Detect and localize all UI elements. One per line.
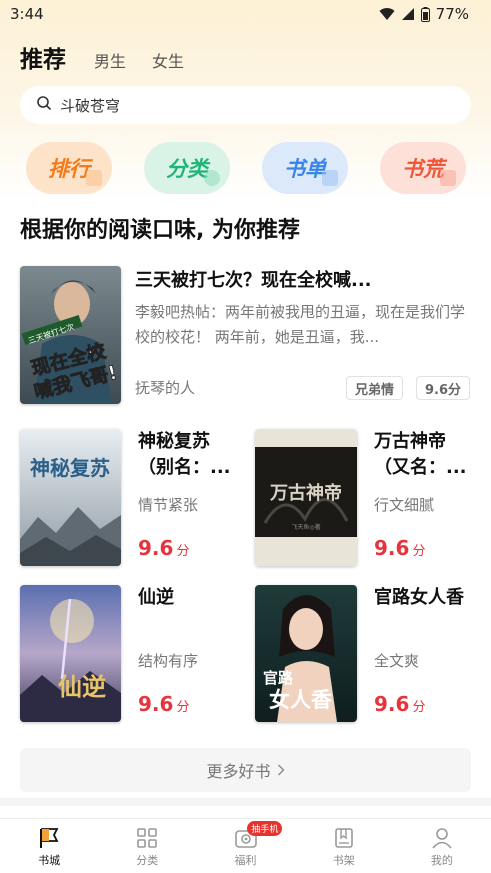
book-tag-4: 全文爽 (374, 652, 420, 670)
book-score-value: 9.6 (374, 536, 410, 560)
nav-item-bookshelf[interactable]: 书架 (295, 819, 393, 873)
featured-description: 李毅吧热帖：两年前被我甩的丑逼，现在是我们学校的校花！ 两年前，她是丑逼，我..… (135, 303, 466, 346)
book-score-unit: 分 (176, 544, 190, 559)
nav-label: 书架 (332, 854, 355, 867)
book-score-value: 9.6 (138, 536, 174, 560)
nav-label: 我的 (430, 854, 453, 867)
book-tag-2: 行文细腻 (374, 496, 435, 514)
book-score-unit: 分 (412, 544, 426, 559)
search-icon (36, 95, 60, 115)
nav-item-category[interactable]: 分类 (98, 819, 196, 873)
book-score-2: 9.6 分 (374, 536, 425, 560)
book-cover-2[interactable]: 万古神帝 飞天鱼◎著 (255, 429, 357, 566)
more-books-label: 更多好书 (206, 762, 271, 781)
book-cover-3-title: 仙逆 (58, 672, 106, 701)
nav-badge: 抽手机 (247, 821, 283, 836)
book-cover-2-title: 万古神帝 (269, 482, 342, 504)
book-cover-4-line2: 女人香 (269, 688, 333, 712)
status-time: 3:44 (10, 5, 44, 23)
book-icon (333, 827, 355, 852)
book-score-1: 9.6 分 (138, 536, 189, 560)
book-title-1[interactable]: 神秘复苏（别名：... (138, 429, 238, 481)
tab-female[interactable]: 女生 (152, 48, 184, 72)
tag-score: 9.6分 (416, 376, 471, 400)
book-score-value: 9.6 (138, 692, 174, 716)
search-text: 斗破苍穹 (60, 96, 121, 115)
book-cover-2-author: 飞天鱼◎著 (291, 523, 320, 531)
book-score-4: 9.6 分 (374, 692, 425, 716)
book-cover-3[interactable]: 仙逆 (20, 585, 121, 722)
nav-label: 福利 (234, 854, 257, 867)
chip-booklist[interactable]: 书单 (262, 142, 348, 194)
chip-label: 分类 (166, 157, 208, 181)
wifi-icon (379, 7, 395, 21)
category-icon (204, 170, 220, 186)
chip-ranking[interactable]: 排行 (26, 142, 112, 194)
chip-label: 书荒 (402, 157, 444, 181)
chip-label: 书单 (284, 157, 326, 181)
battery-icon (420, 6, 430, 22)
search-input[interactable]: 斗破苍穹 (20, 86, 471, 124)
trophy-icon (86, 170, 102, 186)
tab-recommend[interactable]: 推荐 (20, 40, 66, 74)
list-icon (322, 170, 338, 186)
featured-author: 抚琴的人 (135, 379, 196, 397)
book-cover-4[interactable]: 官路 女人香 (255, 585, 357, 722)
nav-item-profile[interactable]: 我的 (393, 819, 491, 873)
tag-brotherhood: 兄弟情 (346, 376, 404, 400)
signal-icon (401, 7, 415, 21)
nav-label: 分类 (136, 854, 159, 867)
chip-label: 排行 (48, 157, 90, 181)
book-icon (440, 170, 456, 186)
book-score-3: 9.6 分 (138, 692, 189, 716)
user-icon (431, 827, 453, 852)
chip-book-shortage[interactable]: 书荒 (380, 142, 466, 194)
book-score-unit: 分 (176, 700, 190, 715)
nav-label: 书城 (38, 854, 61, 867)
battery-percent: 77% (435, 5, 469, 23)
book-title-3[interactable]: 仙逆 (138, 585, 238, 611)
flag-icon (37, 827, 61, 852)
header-tabs: 推荐 男生 女生 (20, 40, 210, 74)
tab-male[interactable]: 男生 (94, 48, 126, 72)
book-title-2[interactable]: 万古神帝（又名：... (374, 429, 474, 481)
book-score-value: 9.6 (374, 692, 410, 716)
status-bar: 3:44 77% (0, 0, 491, 28)
chevron-right-icon (277, 764, 285, 776)
book-title-4[interactable]: 官路女人香 (374, 585, 474, 611)
section-title: 根据你的阅读口味, 为你推荐 (20, 218, 301, 243)
book-tag-1: 情节紧张 (138, 496, 199, 514)
bottom-nav: 书城 分类 抽手机 福利 书架 我的 (0, 818, 491, 873)
chip-category[interactable]: 分类 (144, 142, 230, 194)
more-books-button[interactable]: 更多好书 (20, 748, 471, 792)
section-divider (0, 798, 491, 806)
book-cover-1-title: 神秘复苏 (30, 456, 110, 480)
featured-title[interactable]: 三天被打七次？现在全校喊... (135, 266, 471, 292)
nav-item-bookstore[interactable]: 书城 (0, 819, 98, 873)
book-cover-4-line1: 官路 (263, 669, 294, 687)
book-score-unit: 分 (412, 700, 426, 715)
nav-item-welfare[interactable]: 抽手机 福利 (196, 819, 294, 873)
book-tag-3: 结构有序 (138, 652, 199, 670)
status-icons: 77% (379, 5, 469, 23)
grid-icon (136, 827, 158, 852)
featured-cover[interactable]: 三天被打七次 现在全校 喊我飞哥! (20, 266, 121, 404)
book-cover-1[interactable]: 神秘复苏 (20, 429, 121, 566)
